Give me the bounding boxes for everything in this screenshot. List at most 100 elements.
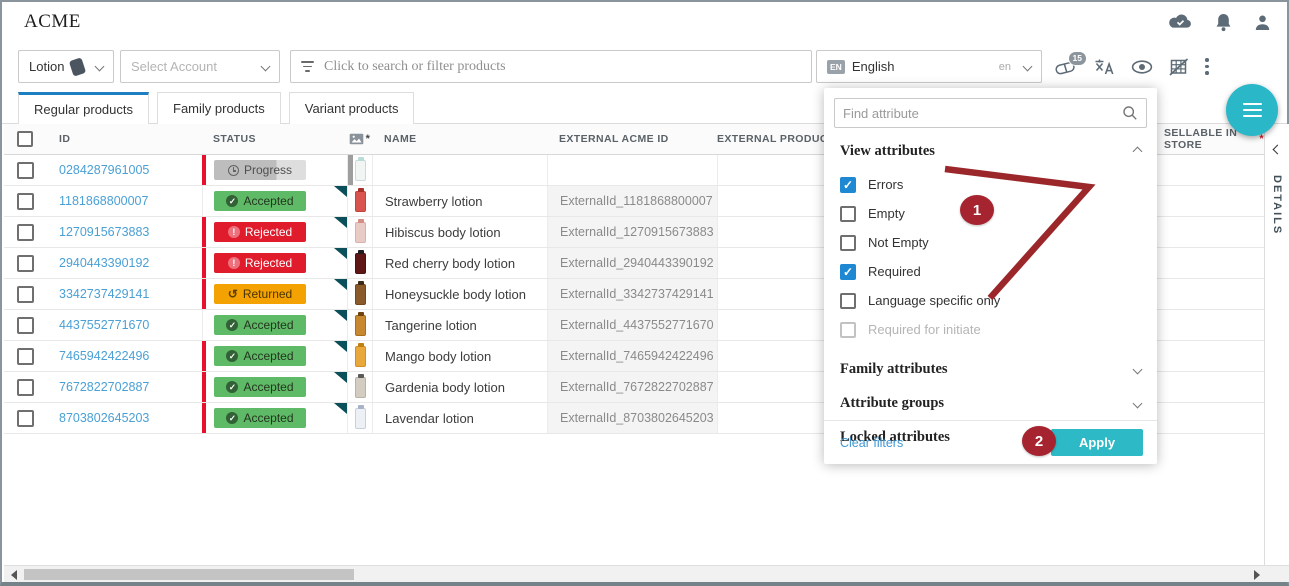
row-checkbox[interactable] <box>17 317 34 334</box>
product-thumbnail[interactable] <box>355 160 366 181</box>
product-search-input[interactable] <box>324 59 801 75</box>
sellable-in-store-cell[interactable] <box>1147 372 1264 402</box>
image-cell <box>347 248 372 278</box>
external-acme-id-cell[interactable]: ExternalId_7465942422496 <box>547 341 717 371</box>
row-checkbox[interactable] <box>17 348 34 365</box>
product-thumbnail[interactable] <box>355 315 366 336</box>
option-checkbox[interactable] <box>840 322 856 338</box>
product-thumbnail[interactable] <box>355 253 366 274</box>
sellable-in-store-cell[interactable] <box>1147 310 1264 340</box>
scroll-left-arrow-icon[interactable] <box>11 570 17 580</box>
scrollbar-thumb[interactable] <box>24 569 354 580</box>
apply-button[interactable]: Apply <box>1051 429 1143 456</box>
expand-details-chevron-icon[interactable] <box>1272 145 1282 155</box>
language-selector[interactable]: EN English en <box>816 50 1042 83</box>
name-cell[interactable]: Tangerine lotion <box>372 310 547 340</box>
sellable-in-store-cell[interactable] <box>1147 279 1264 309</box>
external-acme-id-cell[interactable]: ExternalId_1181868800007 <box>547 186 717 216</box>
grid-view-off-icon[interactable] <box>1169 58 1189 76</box>
row-checkbox[interactable] <box>17 379 34 396</box>
product-thumbnail[interactable] <box>355 377 366 398</box>
visibility-eye-icon[interactable] <box>1131 60 1153 74</box>
filter-funnel-icon[interactable] <box>301 61 314 71</box>
option-checkbox[interactable] <box>840 177 856 193</box>
external-acme-id-cell[interactable]: ExternalId_3342737429141 <box>547 279 717 309</box>
tab-variant-products[interactable]: Variant products <box>289 92 415 124</box>
product-id-link[interactable]: 0284287961005 <box>59 163 149 177</box>
attribute-filter-option[interactable]: Required for initiate <box>824 315 1157 344</box>
column-header-name[interactable]: NAME <box>372 124 547 154</box>
external-acme-id-cell[interactable]: ExternalId_4437552771670 <box>547 310 717 340</box>
sellable-in-store-cell[interactable] <box>1147 248 1264 278</box>
product-thumbnail[interactable] <box>355 191 366 212</box>
horizontal-scrollbar[interactable] <box>4 565 1289 582</box>
clear-filters-link[interactable]: Clear filters <box>840 436 903 450</box>
column-header-external-acme-id[interactable]: EXTERNAL ACME ID <box>547 124 717 154</box>
name-cell[interactable]: Mango body lotion <box>372 341 547 371</box>
catalog-selector[interactable]: Lotion <box>18 50 114 83</box>
name-cell[interactable] <box>372 155 547 185</box>
tab-regular-products[interactable]: Regular products <box>18 92 149 124</box>
row-checkbox[interactable] <box>17 255 34 272</box>
product-id-link[interactable]: 8703802645203 <box>59 411 149 425</box>
status-icon: ↺ <box>228 288 238 300</box>
column-header-id[interactable]: ID <box>46 133 202 145</box>
external-acme-id-cell[interactable]: ExternalId_7672822702887 <box>547 372 717 402</box>
sync-cloud-icon[interactable] <box>1167 13 1193 31</box>
row-checkbox[interactable] <box>17 410 34 427</box>
name-cell[interactable]: Strawberry lotion <box>372 186 547 216</box>
sellable-in-store-cell[interactable] <box>1147 341 1264 371</box>
row-checkbox[interactable] <box>17 286 34 303</box>
product-id-link[interactable]: 3342737429141 <box>59 287 149 301</box>
find-attribute-input[interactable] <box>843 106 1122 121</box>
external-acme-id-cell[interactable]: ExternalId_8703802645203 <box>547 403 717 433</box>
tab-family-products[interactable]: Family products <box>157 92 281 124</box>
account-selector[interactable]: Select Account <box>120 50 280 83</box>
external-acme-id-cell[interactable]: ExternalId_1270915673883 <box>547 217 717 247</box>
option-checkbox[interactable] <box>840 235 856 251</box>
main-menu-fab-button[interactable] <box>1226 84 1278 136</box>
row-checkbox[interactable] <box>17 224 34 241</box>
sellable-in-store-cell[interactable] <box>1147 186 1264 216</box>
sellable-in-store-cell[interactable] <box>1147 155 1264 185</box>
translate-icon[interactable] <box>1094 57 1115 76</box>
product-id-link[interactable]: 7672822702887 <box>59 380 149 394</box>
product-id-link[interactable]: 1270915673883 <box>59 225 149 239</box>
scroll-right-arrow-icon[interactable] <box>1254 570 1260 580</box>
sellable-in-store-cell[interactable] <box>1147 403 1264 433</box>
external-acme-id-cell[interactable] <box>547 155 717 185</box>
row-checkbox[interactable] <box>17 162 34 179</box>
more-options-kebab-icon[interactable] <box>1205 58 1209 75</box>
column-header-image[interactable]: * <box>347 124 372 154</box>
option-checkbox[interactable] <box>840 206 856 222</box>
annotation-step-1: 1 <box>960 195 994 225</box>
collapsed-attribute-section[interactable]: Family attributes <box>824 352 1157 386</box>
product-id-link[interactable]: 2940443390192 <box>59 256 149 270</box>
name-cell[interactable]: Hibiscus body lotion <box>372 217 547 247</box>
catalog-selected-label: Lotion <box>29 59 64 74</box>
product-thumbnail[interactable] <box>355 408 366 429</box>
collapsed-attribute-section[interactable]: Attribute groups <box>824 386 1157 420</box>
option-checkbox[interactable] <box>840 293 856 309</box>
product-id-link[interactable]: 4437552771670 <box>59 318 149 332</box>
product-thumbnail[interactable] <box>355 222 366 243</box>
row-checkbox[interactable] <box>17 193 34 210</box>
name-cell[interactable]: Red cherry body lotion <box>372 248 547 278</box>
name-cell[interactable]: Honeysuckle body lotion <box>372 279 547 309</box>
product-thumbnail[interactable] <box>355 346 366 367</box>
user-profile-icon[interactable] <box>1254 14 1271 31</box>
product-thumbnail[interactable] <box>355 284 366 305</box>
name-cell[interactable]: Lavendar lotion <box>372 403 547 433</box>
external-acme-id-cell[interactable]: ExternalId_2940443390192 <box>547 248 717 278</box>
name-cell[interactable]: Gardenia body lotion <box>372 372 547 402</box>
product-id-link[interactable]: 1181868800007 <box>59 194 148 208</box>
sellable-in-store-cell[interactable] <box>1147 217 1264 247</box>
option-label: Required for initiate <box>868 322 981 337</box>
product-id-link[interactable]: 7465942422496 <box>59 349 149 363</box>
bulk-edit-pill-icon[interactable]: 15 <box>1054 59 1078 75</box>
column-header-status[interactable]: STATUS <box>202 124 347 154</box>
option-checkbox[interactable] <box>840 264 856 280</box>
select-all-checkbox[interactable] <box>17 131 33 147</box>
notifications-bell-icon[interactable] <box>1215 13 1232 32</box>
details-rail: DETAILS <box>1264 124 1289 565</box>
